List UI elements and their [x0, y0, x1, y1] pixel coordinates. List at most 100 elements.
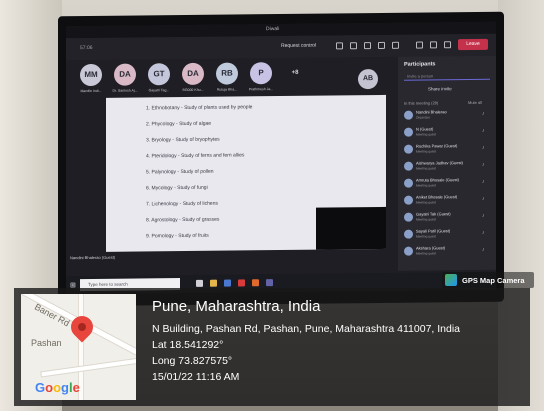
- participant-name: N (Guest): [416, 126, 434, 132]
- participant-avatar[interactable]: GT: [148, 63, 170, 86]
- shared-line: 4. Pteridology - Study of ferns and fern…: [146, 152, 245, 160]
- participant-name: Sayali Patil (Guest): [416, 228, 451, 234]
- participant-name: Gayatri Tag...: [148, 88, 170, 93]
- share-screen-icon[interactable]: [444, 41, 451, 49]
- participant-name: Mandle Indi...: [80, 88, 102, 94]
- task-view-icon[interactable]: [196, 279, 203, 287]
- participants-panel: Participants Invite a person Share invit…: [398, 55, 496, 271]
- people-icon[interactable]: [336, 42, 343, 50]
- participant-role: Meeting guest: [416, 149, 437, 154]
- participant-avatar[interactable]: DA: [114, 63, 136, 86]
- avatar: [404, 246, 413, 256]
- mic-icon: ♪: [482, 127, 485, 134]
- avatar: [404, 212, 413, 222]
- avatar: [404, 161, 413, 171]
- mic-icon: ♪: [482, 195, 485, 202]
- avatar: [404, 178, 413, 188]
- participant-row[interactable]: N (Guest) Meeting guest ♪: [404, 125, 492, 140]
- participants-strip: MM Mandle Indi... DA Dr. Santosh Aj... G…: [66, 57, 396, 98]
- invite-search-input[interactable]: Invite a person: [404, 71, 490, 81]
- teams-screen: Diwali 57:06 Request control Leave MM Ma…: [66, 21, 496, 295]
- black-region: [316, 206, 386, 250]
- mini-map: Baner Rd Pashan Google: [21, 294, 136, 400]
- mic-icon: ♪: [482, 246, 485, 253]
- shared-line: 9. Pomology - Study of fruits: [146, 232, 209, 240]
- presenter-label: Nandini Bhalerao (Guest): [70, 254, 116, 261]
- shared-screen-content: 1. Ethnobotany - Study of plants used by…: [106, 94, 386, 252]
- panel-title: Participants: [404, 61, 436, 68]
- participant-row[interactable]: Gayatri Tak (Guest) Meeting guest ♪: [404, 210, 492, 225]
- location-overlay: Baner Rd Pashan Google Pune, Maharashtra…: [14, 288, 530, 406]
- meeting-title: Diwali: [266, 26, 280, 33]
- participant-role: Meeting guest: [416, 217, 437, 222]
- gps-camera-badge: GPS Map Camera: [442, 272, 534, 288]
- gps-camera-label: GPS Map Camera: [462, 276, 525, 285]
- avatar: [404, 127, 413, 137]
- mute-all-button[interactable]: Mute all: [468, 100, 482, 105]
- shared-line: 6. Mycology - Study of fungi: [146, 184, 208, 192]
- share-invite-button[interactable]: Share invite: [428, 86, 452, 91]
- raise-hand-icon[interactable]: [364, 42, 371, 50]
- reactions-icon[interactable]: [378, 41, 385, 49]
- participant-avatar[interactable]: DA: [182, 62, 204, 86]
- participant-role: Meeting guest: [416, 234, 437, 239]
- participant-avatar[interactable]: P: [250, 62, 272, 85]
- shared-line: 1. Ethnobotany - Study of plants used by…: [146, 104, 253, 112]
- participant-row[interactable]: Ruchika Pawar (Guest) Meeting guest ♪: [404, 142, 492, 157]
- monitor: Diwali 57:06 Request control Leave MM Ma…: [58, 11, 504, 307]
- mic-icon: ♪: [482, 161, 485, 168]
- participant-row[interactable]: Nandini Bhalerao Organizer ♪: [404, 108, 492, 123]
- participant-row[interactable]: Amruta Bhosale (Guest) Meeting guest ♪: [404, 176, 492, 191]
- map-road: [41, 355, 136, 377]
- avatar: [404, 195, 413, 205]
- mail-icon[interactable]: [224, 279, 231, 287]
- participant-row[interactable]: Akshara (Guest) Meeting guest ♪: [404, 244, 492, 259]
- participant-role: Organizer: [416, 115, 430, 120]
- participant-name: Ruchika Pawar (Guest): [416, 143, 458, 149]
- app-icon-orange[interactable]: [252, 279, 259, 287]
- participant-role: Meeting guest: [416, 132, 437, 137]
- app-icon-red[interactable]: [238, 279, 245, 287]
- participant-name: Nandini Bhalerao: [416, 109, 447, 115]
- participant-name: Akshara (Guest): [416, 245, 446, 251]
- mic-icon: ♪: [482, 212, 485, 219]
- section-label: In this meeting (28): [404, 100, 439, 106]
- location-city: Pune, Maharashtra, India: [152, 298, 321, 315]
- chat-icon[interactable]: [350, 42, 357, 50]
- shared-line: 7. Lichenology - Study of lichens: [146, 200, 218, 208]
- file-explorer-icon[interactable]: [210, 279, 217, 287]
- participant-avatar[interactable]: RB: [216, 62, 238, 85]
- participant-role: Meeting guest: [416, 183, 437, 188]
- participant-name: Gayatri Tak (Guest): [416, 211, 451, 217]
- participant-row[interactable]: Aishwarya Jadhav (Guest) Meeting guest ♪: [404, 159, 492, 174]
- participant-role: Meeting guest: [416, 251, 437, 256]
- mic-icon[interactable]: [430, 41, 437, 49]
- leave-button[interactable]: Leave: [458, 38, 488, 51]
- location-info: Pune, Maharashtra, India N Building, Pas…: [152, 298, 460, 385]
- participant-name: Aishwarya Jadhav (Guest): [416, 160, 463, 166]
- mic-icon: ♪: [482, 144, 485, 151]
- avatar: [404, 144, 413, 154]
- shared-line: 2. Phycology - Study of algae: [146, 120, 212, 128]
- google-logo: Google: [35, 380, 80, 395]
- request-control-button[interactable]: Request control: [281, 43, 316, 49]
- meeting-timer: 57:06: [80, 44, 93, 52]
- participant-avatar-ab[interactable]: AB: [358, 68, 378, 90]
- participant-name: Prathmesh Ja...: [248, 87, 274, 92]
- location-address: N Building, Pashan Rd, Pashan, Pune, Mah…: [152, 323, 461, 335]
- camera-icon[interactable]: [416, 41, 423, 49]
- participant-name: Aniket Bhosale (Guest): [416, 194, 458, 200]
- participant-role: Meeting guest: [416, 166, 437, 171]
- participant-name: BG000 Khu...: [182, 87, 204, 93]
- participant-row[interactable]: Sayali Patil (Guest) Meeting guest ♪: [404, 227, 492, 242]
- mic-icon: ♪: [482, 229, 485, 236]
- location-datetime: 15/01/22 11:16 AM: [152, 371, 240, 383]
- participant-avatar[interactable]: MM: [80, 63, 102, 87]
- gps-camera-logo-icon: [445, 274, 457, 286]
- more-participants-count[interactable]: +8: [284, 62, 306, 84]
- more-icon[interactable]: [392, 41, 399, 49]
- participant-row[interactable]: Aniket Bhosale (Guest) Meeting guest ♪: [404, 193, 492, 208]
- shared-line: 5. Palynology - Study of pollen: [146, 168, 214, 176]
- teams-icon[interactable]: [266, 279, 273, 287]
- location-latitude: Lat 18.541292°: [152, 339, 224, 351]
